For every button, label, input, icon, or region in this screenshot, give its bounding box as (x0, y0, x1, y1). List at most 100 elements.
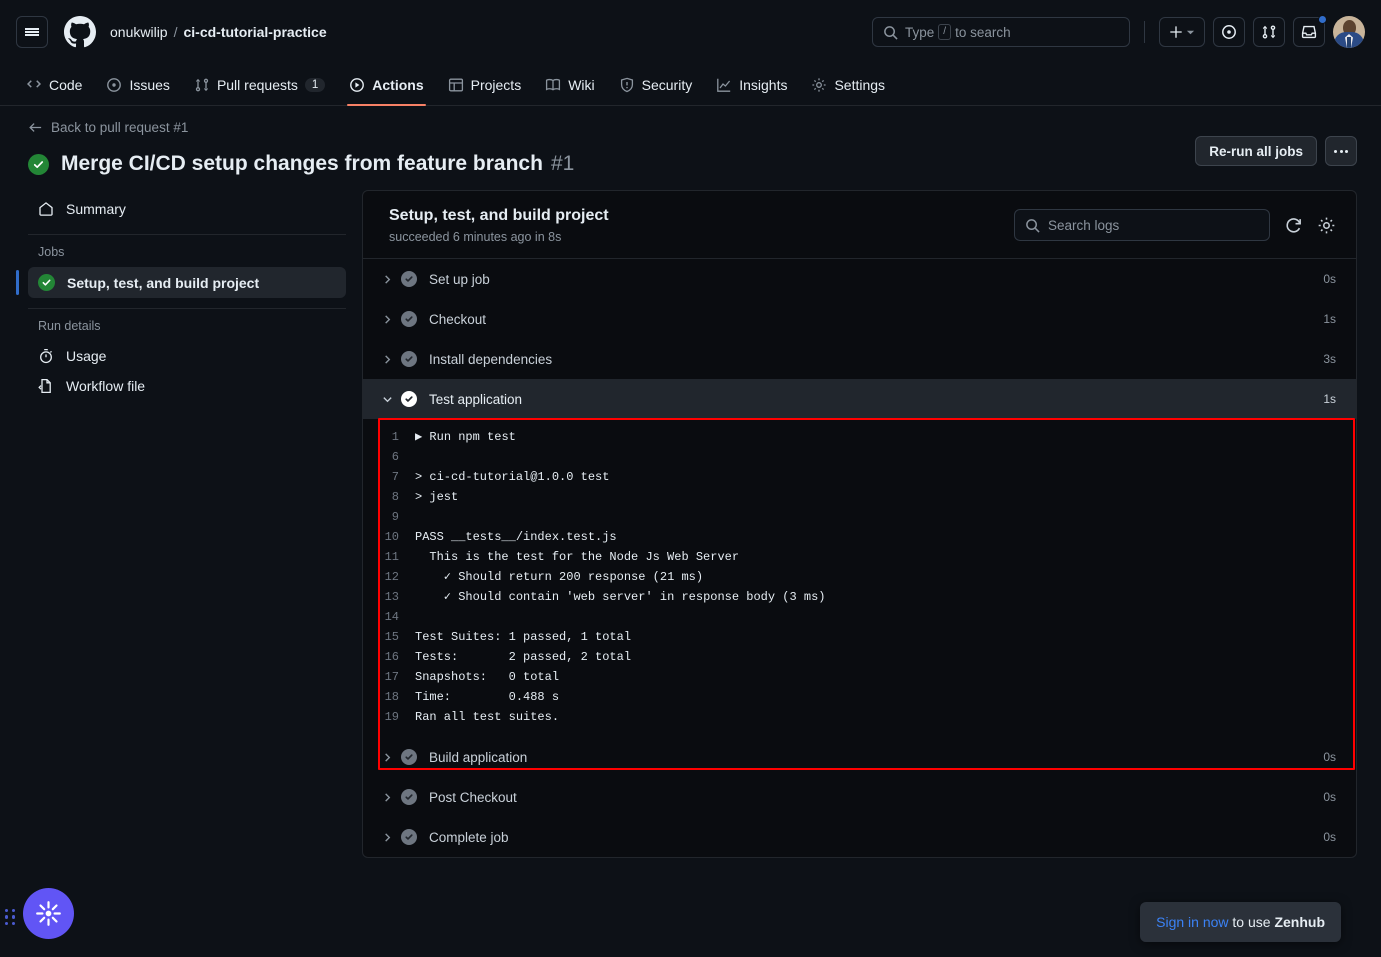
step-row[interactable]: Complete job 0s (363, 817, 1356, 857)
git-pull-request-icon (1262, 25, 1276, 39)
log-line-text: ▶ Run npm test (415, 430, 516, 444)
log-line: 13 ✓ Should contain 'web server' in resp… (363, 587, 1356, 607)
more-options-button[interactable] (1325, 136, 1357, 166)
back-to-pull-request-link[interactable]: Back to pull request #1 (28, 120, 188, 135)
log-line-text: Time: 0.488 s (415, 690, 560, 704)
avatar-tie (1347, 37, 1351, 48)
log-line-number: 10 (384, 530, 399, 544)
check-circle-icon (401, 829, 417, 845)
job-steps: Set up job 0s Checkout 1s Install depend… (363, 259, 1356, 857)
tab-code[interactable]: Code (16, 64, 92, 106)
plus-icon (1170, 26, 1182, 38)
tab-actions[interactable]: Actions (339, 64, 433, 106)
re-run-all-jobs-button[interactable]: Re-run all jobs (1195, 136, 1317, 166)
tab-projects[interactable]: Projects (438, 64, 532, 106)
zenhub-toast-middle: to use (1228, 914, 1275, 930)
issue-opened-icon (107, 77, 122, 92)
log-line-number: 8 (391, 490, 399, 504)
check-circle-icon (401, 311, 417, 327)
log-line-text: > jest (415, 490, 459, 504)
log-line-number: 9 (391, 510, 399, 524)
check-circle-icon (38, 274, 55, 291)
step-duration: 1s (1323, 312, 1336, 326)
log-line: 10 PASS __tests__/index.test.js (363, 527, 1356, 547)
log-output[interactable]: 1 ▶ Run npm test 6 7 > ci-cd-tutorial@1.0.… (363, 419, 1356, 737)
search-input[interactable]: Type / to search (872, 17, 1130, 47)
sidebar-divider (28, 234, 346, 235)
tab-wiki[interactable]: Wiki (535, 64, 604, 106)
drag-handle-icon[interactable] (5, 908, 16, 925)
search-placeholder-suffix: to search (955, 24, 1011, 40)
sidebar-item-job[interactable]: Setup, test, and build project (16, 267, 346, 298)
tab-issues[interactable]: Issues (96, 64, 179, 106)
sidebar-item-workflow-file-label: Workflow file (66, 378, 146, 394)
step-row[interactable]: Set up job 0s (363, 259, 1356, 299)
check-circle-icon (401, 351, 417, 367)
issues-button[interactable] (1213, 17, 1245, 47)
job-panel-tools: Search logs (1014, 207, 1336, 241)
header-actions: Type / to search (872, 0, 1365, 64)
search-placeholder-prefix: Type (905, 24, 935, 40)
tab-insights-label: Insights (739, 76, 788, 93)
sidebar-item-workflow-file[interactable]: Workflow file (28, 371, 346, 401)
step-name: Install dependencies (429, 351, 553, 367)
hamburger-icon[interactable] (16, 16, 48, 48)
arrow-left-icon (29, 123, 42, 132)
zenhub-logo-icon[interactable] (23, 888, 74, 939)
log-line-number: 19 (384, 710, 399, 724)
step-duration: 0s (1323, 272, 1336, 286)
tab-insights[interactable]: Insights (706, 64, 797, 106)
github-logo-icon[interactable] (64, 16, 96, 48)
search-logs-input[interactable]: Search logs (1014, 209, 1270, 241)
sidebar-item-usage[interactable]: Usage (28, 341, 346, 371)
log-settings-gear-icon[interactable] (1317, 216, 1336, 235)
check-circle-icon (401, 391, 417, 407)
log-line-text: PASS __tests__/index.test.js (415, 530, 617, 544)
run-title-text: Merge CI/CD setup changes from feature b… (61, 152, 543, 175)
search-slash-key: / (938, 24, 952, 40)
chevron-right-icon (377, 354, 397, 365)
global-header: onukwilip / ci-cd-tutorial-practice Type… (0, 0, 1381, 64)
log-line: 19 Ran all test suites. (363, 707, 1356, 727)
breadcrumb-separator: / (173, 24, 178, 40)
step-row[interactable]: Post Checkout 0s (363, 777, 1356, 817)
avatar[interactable] (1333, 16, 1365, 48)
tab-pull-requests-counter: 1 (304, 77, 326, 92)
log-line-text: Test Suites: 1 passed, 1 total (415, 630, 632, 644)
search-icon (884, 25, 898, 40)
sidebar-item-summary[interactable]: Summary (28, 194, 346, 224)
tab-security-label: Security (641, 76, 693, 93)
step-row[interactable]: Checkout 1s (363, 299, 1356, 339)
log-line: 16 Tests: 2 passed, 2 total (363, 647, 1356, 667)
tab-settings[interactable]: Settings (801, 64, 895, 106)
tab-pull-requests[interactable]: Pull requests 1 (184, 64, 335, 106)
chevron-right-icon (377, 792, 397, 803)
step-duration: 3s (1323, 352, 1336, 366)
log-line-text: > ci-cd-tutorial@1.0.0 test (415, 470, 610, 484)
home-icon (39, 202, 53, 216)
log-line-text: ✓ Should return 200 response (21 ms) (415, 570, 704, 584)
notifications-button[interactable] (1293, 15, 1327, 47)
tab-security[interactable]: Security (609, 64, 703, 106)
sidebar-item-job-label: Setup, test, and build project (67, 274, 260, 291)
log-line-number: 13 (384, 590, 399, 604)
breadcrumb-owner[interactable]: onukwilip (110, 24, 168, 40)
git-pull-request-icon (195, 78, 209, 91)
pull-requests-button[interactable] (1253, 17, 1285, 47)
sidebar-jobs-heading: Jobs (38, 245, 65, 259)
step-row[interactable]: Build application 0s (363, 737, 1356, 777)
step-row-expanded[interactable]: Test application 1s (363, 379, 1356, 419)
step-row[interactable]: Install dependencies 3s (363, 339, 1356, 379)
kebab-dot (1334, 149, 1337, 153)
log-line-text: ✓ Should contain 'web server' in respons… (415, 590, 826, 604)
create-new-button[interactable] (1159, 17, 1205, 47)
sidebar-item-usage-label: Usage (66, 348, 107, 364)
notification-badge (1318, 15, 1327, 24)
header-divider (1144, 21, 1145, 43)
kebab-dot (1339, 149, 1343, 153)
refresh-icon[interactable] (1284, 216, 1303, 235)
zenhub-signin-toast[interactable]: Sign in now to use Zenhub (1140, 902, 1341, 942)
tab-issues-label: Issues (129, 76, 170, 93)
zenhub-signin-link[interactable]: Sign in now (1156, 914, 1228, 930)
breadcrumb-repo[interactable]: ci-cd-tutorial-practice (183, 24, 326, 40)
